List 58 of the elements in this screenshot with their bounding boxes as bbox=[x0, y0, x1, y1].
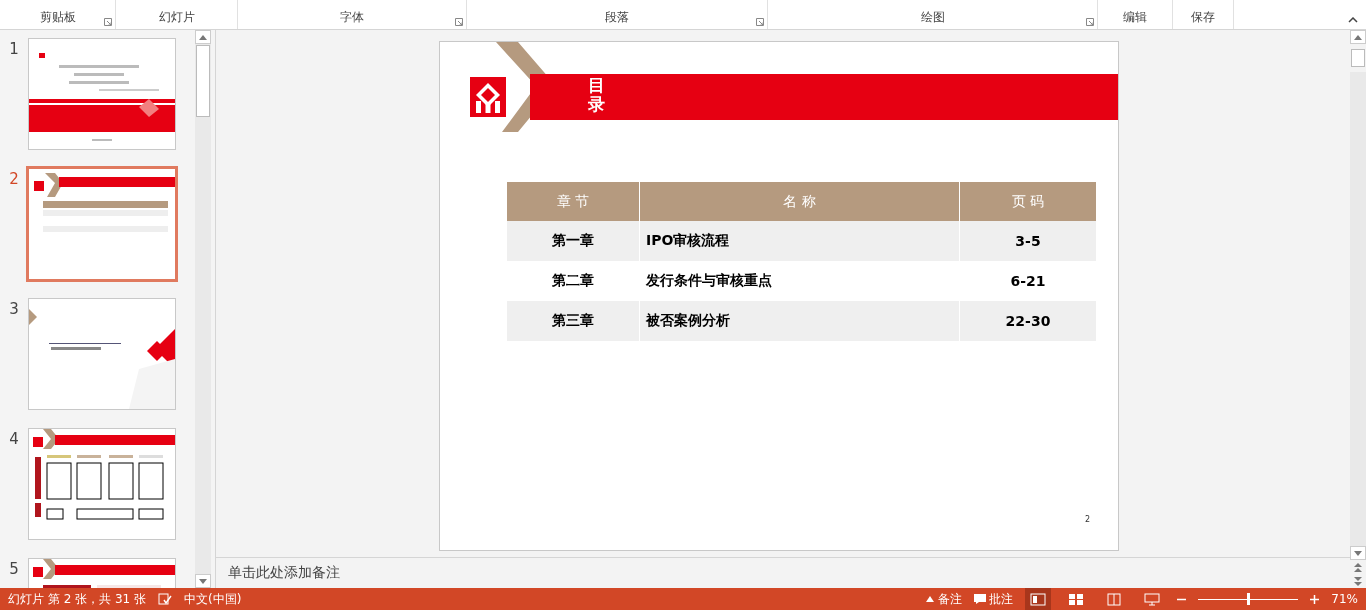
language-label[interactable]: 中文(中国) bbox=[184, 590, 242, 608]
scrollbar[interactable] bbox=[1350, 30, 1366, 588]
dialog-launcher-icon[interactable] bbox=[756, 18, 764, 26]
slide-thumbnail[interactable] bbox=[28, 38, 176, 150]
table-cell-text: 3-5 bbox=[1014, 232, 1042, 251]
collapse-ribbon-icon[interactable] bbox=[1348, 17, 1358, 23]
slide-number: 4 bbox=[8, 429, 20, 448]
slide-number: 3 bbox=[8, 299, 20, 318]
slide-thumbnail[interactable] bbox=[26, 166, 178, 282]
comments-button[interactable]: 批注 bbox=[974, 590, 1014, 608]
table-cell-text: 6-21 bbox=[1009, 272, 1047, 291]
down-arrow-icon bbox=[1354, 550, 1362, 556]
table-cell: 第一章 bbox=[507, 221, 640, 261]
slide-number: 5 bbox=[8, 559, 20, 578]
table-cell: 被否案例分析 bbox=[640, 301, 960, 341]
notes-placeholder[interactable]: 单击此处添加备注 bbox=[228, 564, 340, 582]
slide-number: 2 bbox=[8, 169, 20, 188]
logo bbox=[470, 77, 506, 117]
slide-number: 1 bbox=[8, 39, 20, 58]
group-label: 剪贴板 bbox=[39, 9, 76, 26]
caret-icon bbox=[925, 595, 936, 603]
scroll-down-button[interactable] bbox=[1350, 546, 1366, 560]
up-arrow-icon bbox=[1354, 34, 1362, 40]
document-check-icon[interactable] bbox=[158, 593, 172, 605]
slide-thumbnail[interactable] bbox=[28, 428, 176, 540]
table-cell: IPO审核流程 bbox=[640, 221, 960, 261]
next-slide-icon[interactable] bbox=[1354, 576, 1362, 586]
scroll-thumb[interactable] bbox=[1351, 49, 1365, 67]
scroll-thumb[interactable] bbox=[196, 45, 210, 117]
dialog-launcher-icon[interactable] bbox=[1086, 18, 1094, 26]
up-arrow-icon bbox=[199, 34, 207, 40]
group-label: 字体 bbox=[340, 9, 364, 26]
slide-count: 幻灯片 第 2 张，共 31 张 bbox=[8, 590, 146, 608]
slide-thumbnail[interactable] bbox=[28, 298, 176, 410]
column-header: 页 码 bbox=[1010, 191, 1046, 211]
group-label: 幻灯片 bbox=[158, 9, 195, 26]
scroll-up-button[interactable] bbox=[1350, 30, 1366, 44]
scroll-down-button[interactable] bbox=[195, 574, 211, 588]
slide-title: 目录 bbox=[588, 74, 605, 114]
notes-button[interactable]: 备注 bbox=[925, 590, 963, 608]
table-cell: 第三章 bbox=[507, 301, 640, 341]
table-cell-text: 22-30 bbox=[1004, 312, 1052, 331]
scrollbar[interactable] bbox=[195, 30, 211, 588]
zoom-in-icon[interactable] bbox=[1310, 594, 1320, 604]
dialog-launcher-icon[interactable] bbox=[455, 18, 463, 26]
down-arrow-icon bbox=[199, 578, 207, 584]
zoom-level[interactable]: 71% bbox=[1331, 592, 1358, 606]
slider-thumb[interactable] bbox=[1247, 593, 1251, 605]
group-label: 段落 bbox=[605, 9, 629, 26]
group-label: 保存 bbox=[1191, 9, 1215, 26]
scroll-up-button[interactable] bbox=[195, 30, 211, 44]
comment-icon bbox=[974, 594, 987, 604]
previous-slide-icon[interactable] bbox=[1354, 562, 1362, 572]
normal-view-icon[interactable] bbox=[1025, 588, 1052, 610]
group-label: 绘图 bbox=[920, 9, 945, 26]
group-label: 编辑 bbox=[1123, 9, 1147, 26]
page-number: 2 bbox=[1084, 515, 1090, 524]
dialog-launcher-icon[interactable] bbox=[104, 18, 112, 26]
